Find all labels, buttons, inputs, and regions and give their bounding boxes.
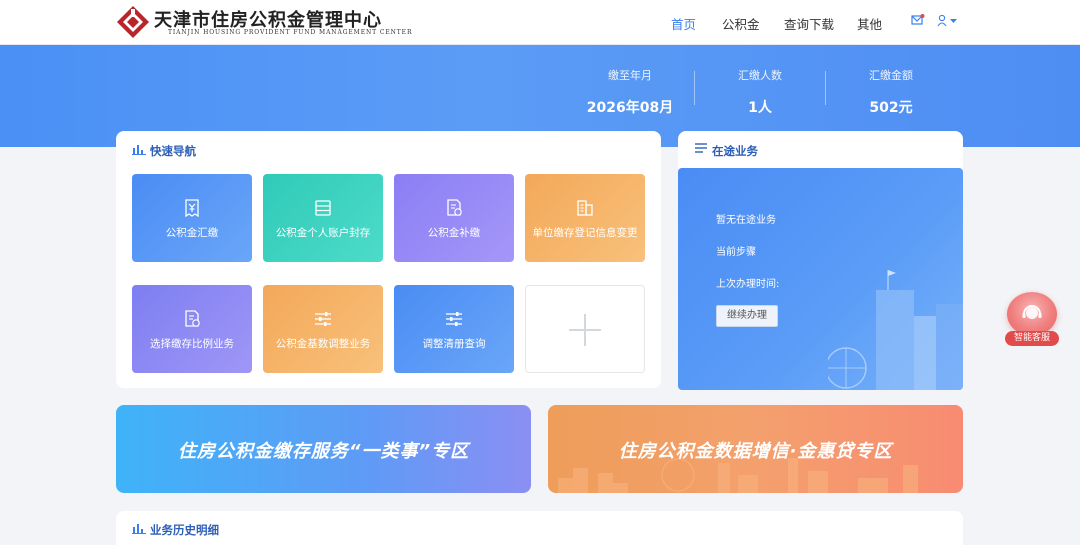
- nav-provident-fund[interactable]: 公积金: [722, 14, 760, 33]
- user-menu-icon[interactable]: [937, 14, 961, 27]
- stat-label: 汇缴金额: [869, 69, 913, 82]
- ongoing-card-header: 在途业务: [678, 131, 963, 171]
- promo-credit-loan[interactable]: 住房公积金数据增信·金惠贷专区: [548, 405, 963, 493]
- tile-fund-remittance[interactable]: 公积金汇缴: [132, 174, 252, 262]
- service-avatar: [1007, 292, 1057, 336]
- stat-value: 1人: [748, 100, 772, 116]
- plus-icon: [569, 314, 601, 346]
- stat-payment-amount: 汇缴金额 502元: [831, 67, 951, 117]
- tile-label: 调整清册查询: [422, 338, 486, 350]
- document-refresh-icon: [185, 310, 200, 327]
- promo-deposit-service[interactable]: 住房公积金缴存服务“一类事”专区: [116, 405, 531, 493]
- site-logo[interactable]: 天津市住房公积金管理中心 TIANJIN HOUSING PROVIDENT F…: [116, 4, 411, 40]
- nav-other[interactable]: 其他: [857, 14, 882, 33]
- history-title: 业务历史明细: [150, 523, 219, 537]
- bar-chart-icon: [132, 145, 146, 155]
- tile-label: 公积金个人账户封存: [275, 227, 371, 239]
- list-icon: [695, 143, 707, 153]
- tile-label: 公积金基数调整业务: [275, 338, 371, 350]
- history-card: 业务历史明细: [116, 511, 963, 545]
- tile-supplementary-payment[interactable]: 公积金补缴: [394, 174, 514, 262]
- quick-nav-card: 快速导航 公积金汇缴 公积金个人账户封存 公积金补缴 单位缴存登记信息变更 选择…: [116, 131, 661, 388]
- sliders-icon: [446, 312, 462, 326]
- stat-value: 2026年08月: [586, 100, 674, 116]
- stat-payer-count: 汇缴人数 1人: [700, 67, 820, 117]
- receipt-yen-icon: [185, 199, 199, 218]
- stat-paid-until: 缴至年月 2026年08月: [570, 67, 690, 117]
- tile-base-adjustment[interactable]: 公积金基数调整业务: [263, 285, 383, 373]
- stat-value: 502元: [869, 100, 913, 116]
- tile-label: 公积金补缴: [427, 227, 481, 239]
- tile-add-shortcut[interactable]: [525, 285, 645, 373]
- logo-mark-icon: [117, 6, 149, 38]
- city-buildings-illustration: [828, 270, 963, 390]
- ongoing-status: 暂无在途业务: [716, 215, 776, 226]
- tile-account-seal[interactable]: 公积金个人账户封存: [263, 174, 383, 262]
- document-settings-icon: [447, 199, 462, 216]
- stat-label: 汇缴人数: [738, 69, 782, 82]
- quick-nav-title: 快速导航: [150, 144, 196, 158]
- archive-box-icon: [315, 200, 331, 216]
- nav-home[interactable]: 首页: [671, 14, 696, 33]
- smart-service-widget[interactable]: 智能客服: [1005, 292, 1059, 348]
- ongoing-panel: 暂无在途业务 当前步骤 上次办理时间: 继续办理: [678, 168, 963, 390]
- nav-query-download[interactable]: 查询下载: [784, 14, 834, 33]
- tile-unit-info-change[interactable]: 单位缴存登记信息变更: [525, 174, 645, 262]
- building-icon: [577, 200, 593, 216]
- headset-icon: [1022, 305, 1042, 319]
- top-header: 天津市住房公积金管理中心 TIANJIN HOUSING PROVIDENT F…: [0, 0, 1080, 45]
- tile-label: 公积金汇缴: [165, 227, 219, 239]
- message-icon[interactable]: [911, 14, 925, 27]
- tile-label: 单位缴存登记信息变更: [532, 227, 638, 239]
- bar-chart-icon: [132, 524, 146, 534]
- promo-label: 住房公积金缴存服务“一类事”专区: [177, 441, 470, 462]
- tile-contribution-ratio[interactable]: 选择缴存比例业务: [132, 285, 252, 373]
- promo-label: 住房公积金数据增信·金惠贷专区: [618, 441, 893, 462]
- stat-label: 缴至年月: [608, 69, 652, 82]
- tile-label: 选择缴存比例业务: [150, 338, 234, 350]
- tile-adjustment-query[interactable]: 调整清册查询: [394, 285, 514, 373]
- service-label: 智能客服: [1005, 331, 1059, 346]
- stat-divider: [825, 71, 826, 105]
- continue-button[interactable]: 继续办理: [716, 305, 778, 327]
- ongoing-last-time: 上次办理时间:: [716, 279, 780, 290]
- sliders-icon: [315, 312, 331, 326]
- ongoing-step: 当前步骤: [716, 247, 756, 258]
- ongoing-title: 在途业务: [712, 144, 758, 158]
- logo-english-name: TIANJIN HOUSING PROVIDENT FUND MANAGEMEN…: [168, 29, 413, 36]
- stat-divider: [694, 71, 695, 105]
